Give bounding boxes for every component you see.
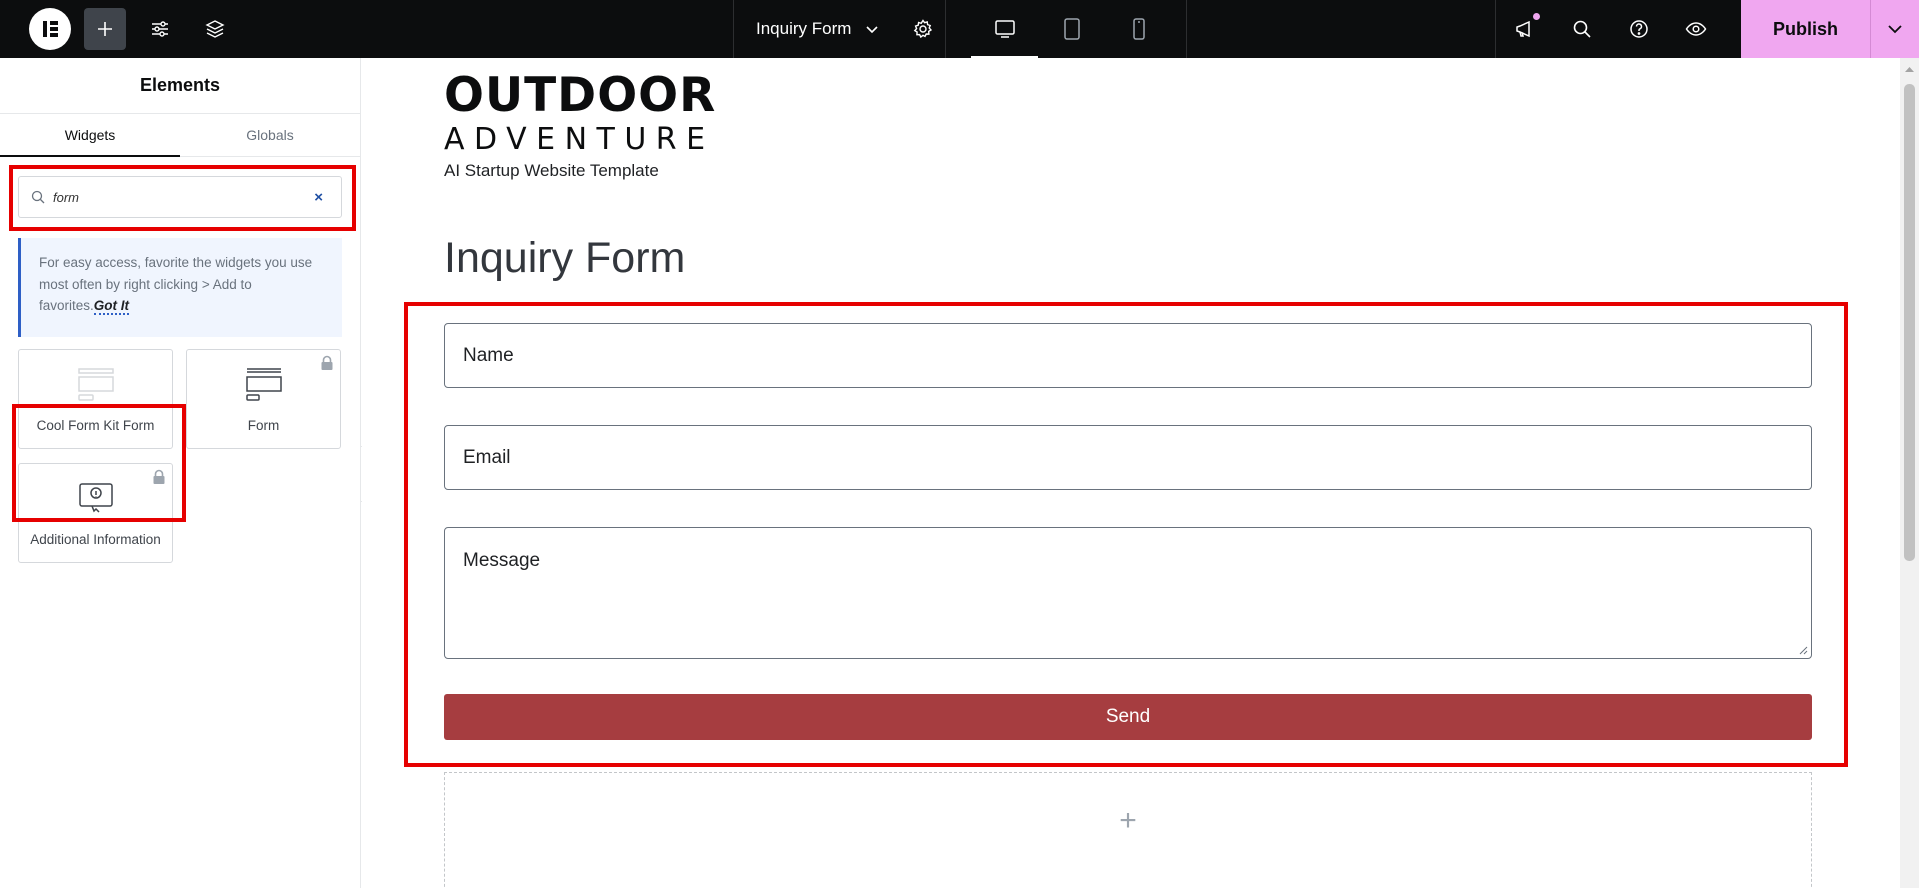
megaphone-icon <box>1515 20 1530 38</box>
brand-line-1: OUTDOOR <box>444 68 717 123</box>
name-placeholder: Name <box>463 344 514 366</box>
elements-panel: Elements Widgets Globals × For easy acce… <box>0 58 361 888</box>
add-section-plus-icon[interactable]: + <box>1119 806 1137 836</box>
add-element-button[interactable] <box>84 8 126 50</box>
tab-globals[interactable]: Globals <box>180 114 360 156</box>
tablet-icon <box>1063 18 1080 40</box>
scroll-thumb[interactable] <box>1904 84 1915 561</box>
device-tablet[interactable] <box>1038 0 1105 58</box>
tip-text: For easy access, favorite the widgets yo… <box>39 255 313 313</box>
site-settings-button[interactable] <box>139 8 181 50</box>
highlight-box <box>12 404 186 522</box>
widget-search: × <box>18 176 342 218</box>
help-icon <box>1629 20 1648 38</box>
plus-icon <box>98 22 112 36</box>
editor-canvas: OUTDOOR ADVENTURE AI Startup Website Tem… <box>362 58 1900 888</box>
brand-tagline: AI Startup Website Template <box>444 161 659 180</box>
page-settings-button[interactable] <box>903 9 943 49</box>
sliders-icon <box>152 21 168 37</box>
gear-icon <box>914 19 933 39</box>
mobile-icon <box>1132 18 1145 40</box>
chevron-down-icon <box>866 26 878 34</box>
scroll-up-icon[interactable] <box>1900 66 1919 80</box>
help-button[interactable] <box>1610 0 1667 58</box>
panel-tabs: Widgets Globals <box>0 114 360 157</box>
add-section-area: + <box>444 772 1812 888</box>
widget-label: Additional Information <box>30 532 161 547</box>
site-logo[interactable]: OUTDOOR ADVENTURE AI Startup Website Tem… <box>444 72 716 181</box>
widget-label: Form <box>247 418 280 433</box>
canvas-scrollbar[interactable] <box>1900 58 1919 888</box>
panel-title: Elements <box>0 58 360 114</box>
email-field[interactable]: Email <box>444 425 1812 490</box>
device-desktop[interactable] <box>971 0 1038 58</box>
top-bar: Inquiry Form Publish <box>0 0 1919 58</box>
lock-icon <box>321 355 333 370</box>
elementor-logo[interactable] <box>29 8 71 50</box>
widget-search-input[interactable] <box>53 189 283 205</box>
send-button[interactable]: Send <box>444 694 1812 740</box>
search-icon <box>1573 20 1591 38</box>
layers-icon <box>205 20 225 38</box>
elementor-icon <box>41 20 59 38</box>
structure-button[interactable] <box>194 8 236 50</box>
device-mobile[interactable] <box>1105 0 1172 58</box>
message-field[interactable]: Message <box>444 527 1812 659</box>
notifications-button[interactable] <box>1496 0 1553 58</box>
device-switcher <box>945 0 1187 58</box>
widget-form[interactable]: Form <box>186 349 341 449</box>
clear-search-icon[interactable]: × <box>314 189 323 206</box>
publish-options-button[interactable] <box>1870 0 1919 58</box>
publish-button[interactable]: Publish <box>1741 0 1870 58</box>
form-icon <box>77 368 114 401</box>
favorites-tip: For easy access, favorite the widgets yo… <box>18 238 342 337</box>
chevron-down-icon <box>1888 25 1902 34</box>
tab-widgets[interactable]: Widgets <box>0 114 180 157</box>
eye-icon <box>1685 22 1706 36</box>
page-heading[interactable]: Inquiry Form <box>444 234 685 283</box>
resize-handle-icon[interactable] <box>1798 645 1808 655</box>
search-icon <box>31 190 45 204</box>
finder-button[interactable] <box>1553 0 1610 58</box>
notification-dot <box>1533 13 1540 20</box>
document-title: Inquiry Form <box>756 19 852 38</box>
document-title-dropdown[interactable]: Inquiry Form <box>734 0 879 58</box>
email-placeholder: Email <box>463 446 511 468</box>
form-icon <box>245 368 282 401</box>
desktop-icon <box>994 20 1015 38</box>
name-field[interactable]: Name <box>444 323 1812 388</box>
brand-line-2: ADVENTURE <box>444 122 715 157</box>
message-placeholder: Message <box>463 550 541 571</box>
preview-button[interactable] <box>1667 0 1724 58</box>
got-it-link[interactable]: Got It <box>93 298 130 315</box>
